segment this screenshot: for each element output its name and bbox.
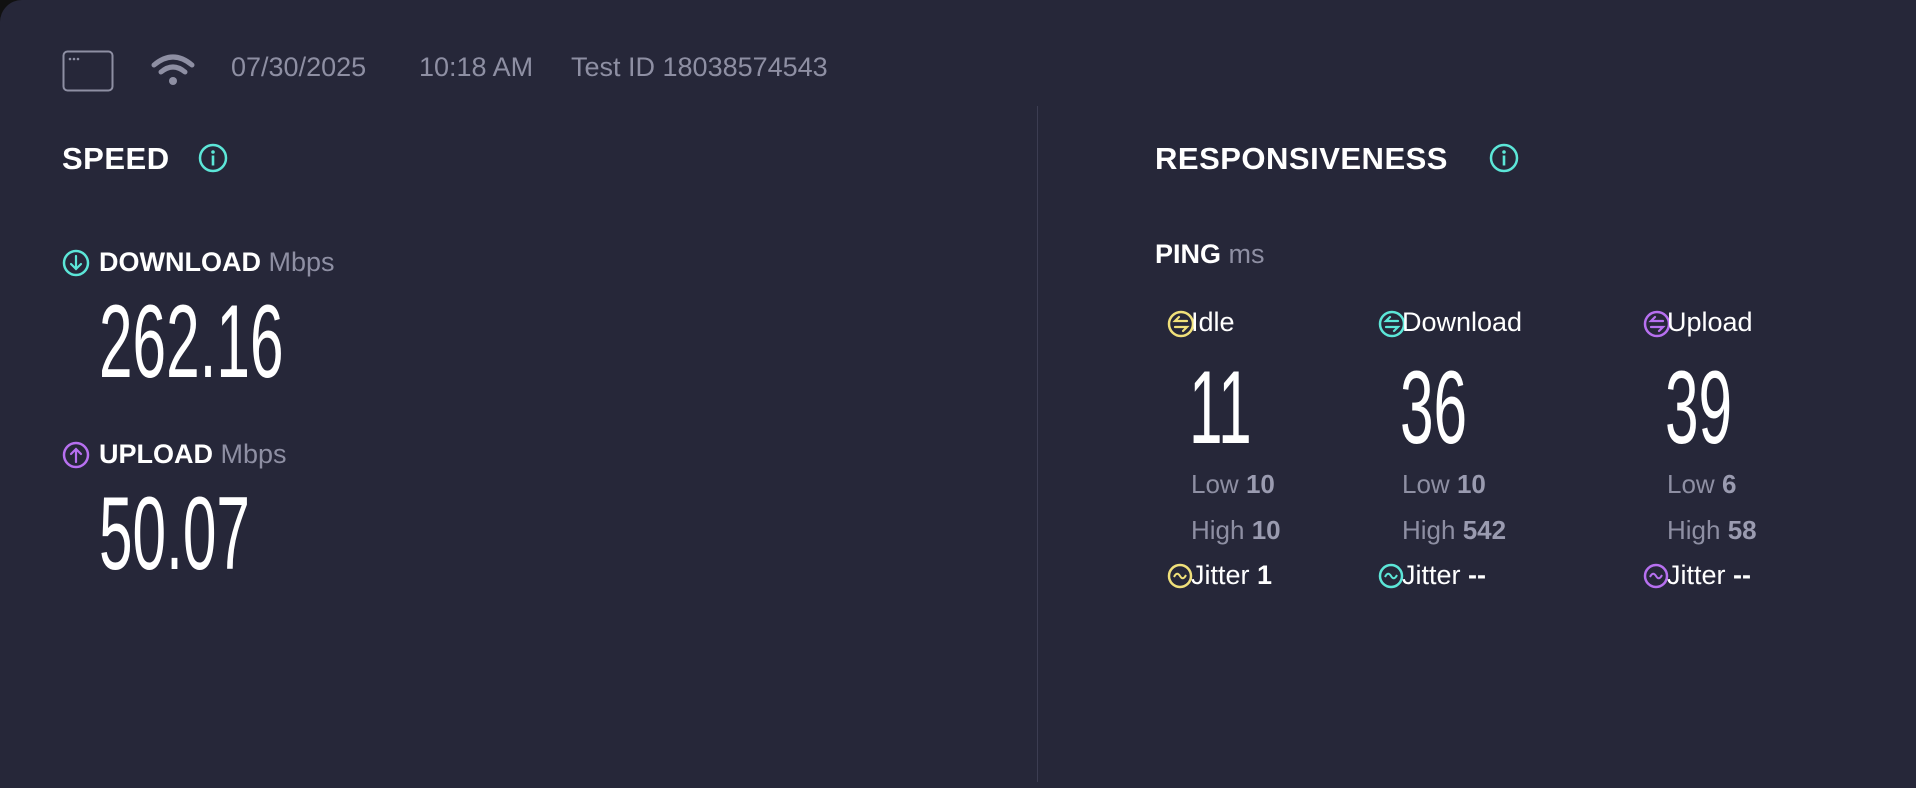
wifi-icon <box>150 53 196 87</box>
speed-info-icon[interactable] <box>198 143 228 173</box>
jitter-wave-icon <box>1167 563 1193 589</box>
ping-label: PING ms <box>1155 239 1265 269</box>
responsiveness-info-icon[interactable] <box>1489 143 1519 173</box>
jitter: Jitter 1 <box>1191 560 1273 590</box>
ping-column-label: Upload <box>1667 307 1753 337</box>
ping-value: 39 <box>1665 350 1733 466</box>
download-unit: Mbps <box>268 247 335 277</box>
download-speed-value: 262.16 <box>99 284 284 400</box>
ping-value: 36 <box>1400 350 1468 466</box>
jitter-wave-icon <box>1378 563 1404 589</box>
ping-high: High 10 <box>1191 515 1281 545</box>
upload-arrow-icon <box>62 441 90 469</box>
ping-unit: ms <box>1228 239 1265 269</box>
section-divider <box>1037 106 1038 782</box>
jitter-wave-icon <box>1643 563 1669 589</box>
ping-high: High 58 <box>1667 515 1757 545</box>
ping-low: Low 10 <box>1191 469 1275 499</box>
ping-column-label: Download <box>1402 307 1523 337</box>
ping-low: Low 10 <box>1402 469 1486 499</box>
speed-title: SPEED <box>62 141 170 176</box>
responsiveness-title: RESPONSIVENESS <box>1155 141 1448 176</box>
upload-speed-value: 50.07 <box>99 476 250 592</box>
ping-high: High 542 <box>1402 515 1507 545</box>
test-id: Test ID 18038574543 <box>571 52 828 82</box>
jitter: Jitter -- <box>1402 560 1487 590</box>
upload-label: UPLOAD Mbps <box>99 439 287 469</box>
upload-unit: Mbps <box>220 439 287 469</box>
download-label: DOWNLOAD Mbps <box>99 247 335 277</box>
ping-low: Low 6 <box>1667 469 1737 499</box>
test-time: 10:18 AM <box>419 52 534 82</box>
download-arrow-icon <box>62 249 90 277</box>
jitter: Jitter -- <box>1667 560 1752 590</box>
ping-value: 11 <box>1189 350 1252 466</box>
speed-test-result-card: 07/30/2025 10:18 AM Test ID 18038574543 … <box>0 0 1916 788</box>
browser-window-icon <box>62 50 114 92</box>
test-date: 07/30/2025 <box>231 52 367 82</box>
ping-column-label: Idle <box>1191 307 1235 337</box>
